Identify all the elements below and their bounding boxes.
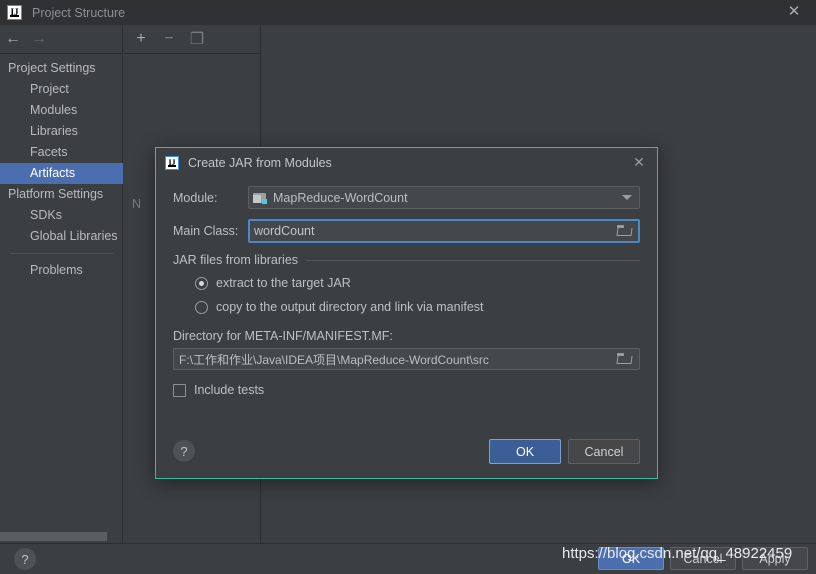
sidebar-item-artifacts[interactable]: Artifacts — [0, 163, 123, 184]
module-row: Module: MapReduce-WordCount — [173, 186, 640, 209]
sidebar-item-modules[interactable]: Modules — [0, 100, 123, 121]
jar-libraries-group-header: JAR files from libraries — [173, 253, 640, 267]
sidebar-item-problems[interactable]: Problems — [0, 260, 123, 281]
window-ok-button[interactable]: OK — [598, 547, 664, 570]
manifest-dir-input[interactable]: F:\工作和作业\Java\IDEA项目\MapReduce-WordCount… — [173, 348, 640, 370]
remove-icon[interactable]: − — [160, 30, 178, 48]
nav-toolbar: ← → — [0, 25, 122, 53]
sidebar-item-project[interactable]: Project — [0, 79, 123, 100]
sidebar-divider — [10, 253, 113, 254]
artifacts-empty-hint: N — [132, 197, 142, 211]
sidebar-item-facets[interactable]: Facets — [0, 142, 123, 163]
module-selected-value: MapReduce-WordCount — [273, 190, 408, 205]
dialog-help-button[interactable]: ? — [173, 440, 195, 462]
include-tests-row[interactable]: Include tests — [173, 383, 640, 397]
add-icon[interactable]: + — [132, 30, 150, 48]
chevron-down-icon[interactable] — [622, 195, 632, 200]
dialog-ok-button[interactable]: OK — [489, 439, 561, 464]
nav-toolbar-divider — [0, 53, 123, 54]
dialog-intellij-logo-icon: IJ — [165, 156, 179, 170]
radio-extract-row[interactable]: extract to the target JAR — [173, 271, 640, 295]
dialog-footer: ? OK Cancel — [156, 430, 657, 478]
main-class-label: Main Class: — [173, 224, 239, 238]
settings-nav-list: Project Settings Project Modules Librari… — [0, 58, 123, 281]
module-select[interactable]: MapReduce-WordCount — [248, 186, 640, 209]
window-apply-button[interactable]: Apply — [742, 547, 808, 570]
dialog-logo-text: IJ — [168, 158, 176, 167]
dialog-close-icon[interactable]: ✕ — [632, 155, 646, 169]
main-class-value: wordCount — [254, 224, 315, 238]
dialog-body: Module: MapReduce-WordCount Main Class: … — [156, 178, 657, 397]
artifacts-toolbar: + − ❐ — [124, 25, 260, 53]
module-icon — [253, 192, 267, 204]
radio-copy-label: copy to the output directory and link vi… — [216, 300, 484, 314]
main-class-input[interactable]: wordCount — [248, 219, 640, 243]
radio-copy-to-output[interactable] — [195, 300, 208, 314]
window-cancel-button[interactable]: Cancel — [670, 547, 736, 570]
sidebar-horizontal-scrollbar[interactable] — [0, 532, 107, 541]
sidebar-item-sdks[interactable]: SDKs — [0, 205, 123, 226]
jar-libraries-group-label: JAR files from libraries — [173, 253, 299, 267]
dialog-action-buttons: OK Cancel — [489, 439, 640, 464]
manifest-browse-folder-icon[interactable] — [616, 353, 633, 365]
dialog-cancel-button[interactable]: Cancel — [568, 439, 640, 464]
back-arrow-icon[interactable]: ← — [0, 28, 26, 50]
sidebar-item-libraries[interactable]: Libraries — [0, 121, 123, 142]
settings-nav-panel: ← → Project Settings Project Modules Lib… — [0, 25, 123, 543]
create-jar-dialog: IJ Create JAR from Modules ✕ Module: Map… — [155, 147, 658, 479]
include-tests-label: Include tests — [194, 383, 265, 397]
sidebar-item-global-libraries[interactable]: Global Libraries — [0, 226, 123, 247]
close-icon[interactable]: ✕ — [786, 4, 802, 20]
radio-extract-to-jar[interactable] — [195, 276, 208, 290]
window-help-button[interactable]: ? — [14, 548, 36, 570]
window-action-buttons: OK Cancel Apply — [598, 547, 808, 570]
window-bottom-bar: ? OK Cancel Apply — [0, 543, 816, 574]
window-title: Project Structure — [32, 5, 126, 20]
sidebar-item-platform-settings[interactable]: Platform Settings — [0, 184, 123, 205]
group-header-rule — [306, 259, 640, 261]
intellij-logo-icon: IJ — [7, 5, 22, 20]
artifacts-toolbar-divider — [124, 53, 260, 54]
sidebar-item-project-settings[interactable]: Project Settings — [0, 58, 123, 79]
forward-arrow-icon[interactable]: → — [26, 28, 52, 50]
include-tests-checkbox[interactable] — [173, 383, 186, 397]
window-body: ← → Project Settings Project Modules Lib… — [0, 25, 816, 543]
main-class-row: Main Class: wordCount — [173, 219, 640, 243]
dialog-title-bar: IJ Create JAR from Modules ✕ — [156, 148, 657, 178]
window-title-bar: IJ Project Structure ✕ — [0, 0, 816, 25]
dialog-title: Create JAR from Modules — [188, 156, 332, 170]
project-structure-window: IJ Project Structure ✕ ← → Project Setti… — [0, 0, 816, 574]
copy-icon[interactable]: ❐ — [188, 30, 206, 48]
module-label: Module: — [173, 190, 218, 205]
intellij-logo-text: IJ — [10, 7, 19, 17]
radio-copy-row[interactable]: copy to the output directory and link vi… — [173, 295, 640, 319]
manifest-dir-value: F:\工作和作业\Java\IDEA项目\MapReduce-WordCount… — [179, 352, 489, 367]
browse-folder-icon[interactable] — [616, 225, 633, 237]
manifest-dir-label: Directory for META-INF/MANIFEST.MF: — [173, 329, 393, 343]
radio-extract-label: extract to the target JAR — [216, 276, 351, 290]
